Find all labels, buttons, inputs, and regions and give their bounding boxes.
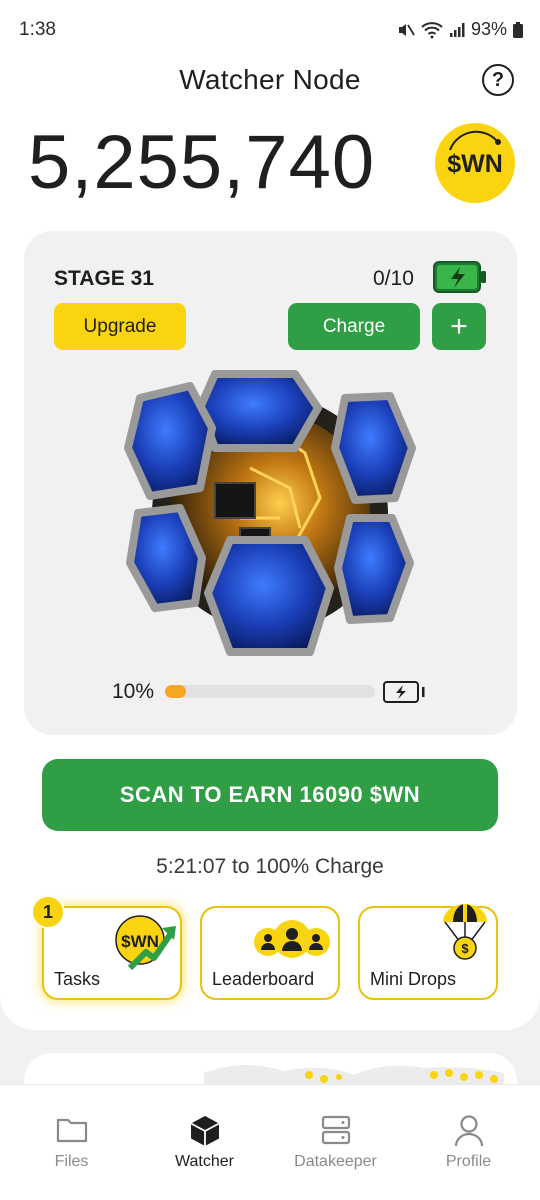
tasks-label: Tasks bbox=[54, 969, 101, 989]
wn-coin-text: $WN bbox=[447, 150, 503, 178]
person-icon bbox=[454, 1115, 483, 1147]
mute-icon bbox=[398, 23, 415, 36]
bottom-navigation: Files Watcher Datakeeper Profile bbox=[0, 1084, 540, 1200]
mini-drops-tile[interactable]: $ Mini Drops bbox=[358, 904, 498, 1000]
nav-item-profile[interactable]: Profile bbox=[401, 1085, 536, 1200]
tasks-badge: 1 bbox=[31, 895, 65, 929]
wn-coin-trend-icon: $WN bbox=[115, 915, 176, 970]
leaderboard-label: Leaderboard bbox=[212, 969, 315, 989]
upgrade-button[interactable]: Upgrade bbox=[54, 303, 186, 350]
folder-icon bbox=[56, 1118, 87, 1143]
parachute-coin-icon: $ bbox=[443, 904, 487, 960]
page-title: Watcher Node bbox=[179, 64, 361, 95]
people-group-icon bbox=[254, 920, 330, 958]
scan-to-earn-button[interactable]: SCAN TO EARN 16090 $WN bbox=[42, 759, 498, 831]
battery-status-icon bbox=[513, 21, 523, 38]
tasks-tile[interactable]: $WN Tasks bbox=[42, 906, 182, 1000]
leaderboard-tile[interactable]: Leaderboard bbox=[200, 906, 340, 1000]
nav-label-watcher: Watcher bbox=[175, 1153, 234, 1170]
charges-count: 0/10 bbox=[373, 267, 414, 290]
status-time: 1:38 bbox=[19, 19, 56, 40]
nav-item-datakeeper[interactable]: Datakeeper bbox=[268, 1085, 403, 1200]
svg-text:$WN: $WN bbox=[121, 932, 159, 951]
charged-battery-icon bbox=[433, 261, 486, 293]
progress-bar bbox=[165, 685, 375, 698]
progress-fill bbox=[165, 685, 186, 698]
progress-percent: 10% bbox=[112, 680, 155, 703]
battery-percent: 93% bbox=[470, 19, 507, 39]
nav-label-profile: Profile bbox=[445, 1153, 492, 1170]
add-charge-button[interactable]: + bbox=[432, 303, 486, 350]
nav-item-files[interactable]: Files bbox=[4, 1085, 139, 1200]
nav-label-datakeeper: Datakeeper bbox=[294, 1153, 377, 1170]
cube-icon bbox=[190, 1116, 219, 1146]
question-circle-icon[interactable]: ? bbox=[482, 64, 514, 96]
watcher-node-illustration bbox=[124, 370, 416, 656]
charge-timer: 5:21:07 to 100% Charge bbox=[156, 855, 384, 878]
battery-bolt-icon bbox=[383, 681, 425, 703]
wn-coin-logo: $WN bbox=[435, 123, 515, 203]
signal-icon bbox=[449, 22, 465, 37]
token-balance: 5,255,740 bbox=[28, 120, 376, 205]
server-icon bbox=[321, 1115, 350, 1145]
nav-item-watcher[interactable]: Watcher bbox=[137, 1085, 272, 1200]
stage-label: STAGE 31 bbox=[54, 267, 154, 290]
mini-drops-label: Mini Drops bbox=[370, 969, 457, 989]
charge-button[interactable]: Charge bbox=[288, 303, 420, 350]
svg-text:$: $ bbox=[461, 941, 469, 956]
status-indicators: 93% bbox=[397, 19, 523, 40]
wifi-icon bbox=[421, 21, 443, 38]
nav-label-files: Files bbox=[54, 1153, 89, 1170]
